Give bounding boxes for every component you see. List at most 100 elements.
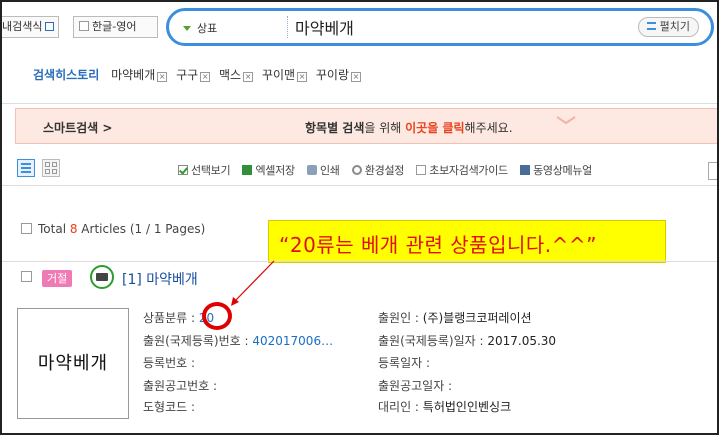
close-icon[interactable]: × bbox=[157, 72, 168, 82]
history-item-text[interactable]: 맥스 bbox=[219, 68, 241, 82]
agent-field: 대리인 : 특허법인인벤싱크 bbox=[378, 398, 511, 415]
article-checkbox[interactable] bbox=[21, 271, 32, 282]
close-icon[interactable]: × bbox=[243, 72, 254, 82]
history-item-text[interactable]: 마약베개 bbox=[111, 68, 155, 82]
divider bbox=[2, 185, 717, 186]
video-manual-button[interactable]: 동영상메뉴얼 bbox=[520, 164, 592, 177]
history-item[interactable]: 꾸이랑 × bbox=[316, 68, 361, 82]
registration-date-field: 등록일자 : bbox=[378, 354, 430, 371]
external-link-icon bbox=[45, 22, 55, 31]
history-item-text[interactable]: 꾸이맨 bbox=[262, 68, 295, 82]
total-prefix: Total bbox=[38, 222, 70, 236]
search-history: 검색히스토리 마약베개 × 구구 × 맥스 × 꾸이맨 × 꾸이랑 × bbox=[33, 66, 366, 83]
publication-number-label: 출원공고번호 : bbox=[143, 379, 218, 393]
msg-mid: 을 위해 bbox=[364, 121, 406, 135]
settings-button[interactable]: 환경설정 bbox=[351, 164, 405, 177]
checkbox-icon bbox=[178, 165, 188, 175]
dropdown-triangle-icon bbox=[183, 26, 191, 31]
application-number-link[interactable]: 402017006… bbox=[252, 334, 333, 348]
history-item-text[interactable]: 구구 bbox=[176, 68, 198, 82]
close-icon[interactable]: × bbox=[200, 72, 211, 82]
select-all-checkbox[interactable] bbox=[21, 223, 32, 234]
settings-label: 환경설정 bbox=[364, 164, 405, 177]
total-suffix: Articles (1 / 1 Pages) bbox=[77, 222, 206, 236]
lang-toggle-label: 한글-영어 bbox=[92, 20, 137, 33]
document-icon bbox=[416, 165, 427, 175]
chevron-down-icon[interactable] bbox=[556, 115, 576, 125]
history-item-text[interactable]: 꾸이랑 bbox=[316, 68, 349, 82]
annotation-callout-text: “20류는 베개 관련 상품입니다.^^” bbox=[279, 233, 598, 257]
trademark-image-text: 마약베개 bbox=[37, 353, 109, 374]
result-toolbar: 선택보기 엑셀저장 인쇄 환경설정 초보자검색가이드 동영상메뉴얼 bbox=[178, 162, 601, 178]
window-frame: 내검색식 한글-영어 상표 펼치기 검색히스토리 마약베개× 구구× 맥스× 꾸… bbox=[0, 0, 719, 435]
msg-end: 해주세요. bbox=[464, 121, 513, 135]
search-box: 상표 펼치기 bbox=[166, 8, 714, 46]
search-input[interactable] bbox=[295, 15, 625, 39]
grid-view-icon[interactable] bbox=[42, 159, 60, 177]
saved-search-label: 내검색식 bbox=[2, 20, 43, 33]
print-label: 인쇄 bbox=[319, 164, 340, 177]
design-code-label: 도형코드 : bbox=[143, 400, 196, 414]
search-history-label: 검색히스토리 bbox=[33, 68, 100, 82]
history-item[interactable]: 꾸이맨 × bbox=[262, 68, 308, 82]
application-number-label: 출원(국제등록)번호 : bbox=[143, 334, 253, 348]
video-manual-label: 동영상메뉴얼 bbox=[533, 164, 592, 177]
class-label: 상품분류 : bbox=[143, 311, 199, 325]
excel-save-label: 엑셀저장 bbox=[255, 164, 295, 177]
status-badge: 거절 bbox=[42, 270, 73, 287]
search-scope-dropdown[interactable]: 상표 bbox=[183, 20, 217, 36]
saved-search-button[interactable]: 내검색식 bbox=[2, 16, 60, 38]
korean-english-toggle[interactable]: 한글-영어 bbox=[73, 16, 158, 38]
history-item[interactable]: 구구 × bbox=[176, 68, 211, 82]
trademark-image[interactable]: 마약베개 bbox=[17, 308, 129, 419]
agent-label: 대리인 : bbox=[378, 400, 423, 414]
publication-date-label: 출원공고일자 : bbox=[378, 379, 453, 393]
gear-icon bbox=[351, 165, 362, 175]
expand-button[interactable]: 펼치기 bbox=[637, 17, 699, 37]
print-button[interactable]: 인쇄 bbox=[306, 164, 340, 177]
click-here-link[interactable]: 이곳을 클릭 bbox=[405, 121, 464, 135]
registration-number-field: 등록번호 : bbox=[143, 354, 195, 371]
video-icon bbox=[520, 165, 531, 175]
annotation-callout: “20류는 베개 관련 상품입니다.^^” bbox=[268, 220, 666, 263]
excel-save-button[interactable]: 엑셀저장 bbox=[242, 164, 295, 177]
expand-label: 펼치기 bbox=[659, 20, 690, 33]
annotation-highlight-circle bbox=[202, 302, 232, 330]
design-code-field: 도형코드 : bbox=[143, 398, 195, 415]
agent-value: 특허법인인벤싱크 bbox=[422, 400, 512, 414]
expand-icon bbox=[646, 22, 656, 30]
msg-bold: 항목별 검색 bbox=[305, 121, 365, 135]
publication-date-field: 출원공고일자 : bbox=[378, 377, 452, 394]
divider bbox=[2, 261, 717, 262]
smart-search-label[interactable]: 스마트검색 > bbox=[43, 119, 112, 136]
close-icon[interactable]: × bbox=[351, 72, 361, 82]
applicant-label: 출원인 : bbox=[378, 311, 423, 325]
smart-search-banner[interactable]: 스마트검색 > 항목별 검색을 위해 이곳을 클릭해주세요. bbox=[15, 108, 717, 144]
toolbar-overflow-control[interactable] bbox=[708, 162, 717, 180]
application-date-field: 출원(국제등록)일자 : 2017.05.30 bbox=[378, 332, 556, 349]
search-divider bbox=[287, 16, 288, 38]
applicant-value: (주)블랭크코퍼레이션 bbox=[422, 311, 532, 325]
application-date-value: 2017.05.30 bbox=[487, 334, 557, 348]
history-item[interactable]: 맥스 × bbox=[219, 68, 254, 82]
publication-number-field: 출원공고번호 : bbox=[143, 377, 217, 394]
smart-search-message: 항목별 검색을 위해 이곳을 클릭해주세요. bbox=[305, 119, 513, 136]
trademark-type-icon bbox=[90, 265, 114, 289]
beginner-guide-label: 초보자검색가이드 bbox=[429, 164, 508, 177]
result-total: Total 8 Articles (1 / 1 Pages) bbox=[21, 222, 205, 236]
application-number-field: 출원(국제등록)번호 : 402017006… bbox=[143, 332, 333, 349]
list-view-icon[interactable] bbox=[17, 159, 35, 177]
divider bbox=[2, 103, 717, 104]
search-scope-label: 상표 bbox=[197, 22, 218, 35]
registration-number-label: 등록번호 : bbox=[143, 356, 196, 370]
history-item[interactable]: 마약베개 × bbox=[111, 68, 168, 82]
printer-icon bbox=[306, 165, 317, 175]
close-icon[interactable]: × bbox=[297, 72, 308, 82]
article-title-link[interactable]: [1] 마약베개 bbox=[122, 269, 198, 289]
select-view-button[interactable]: 선택보기 bbox=[178, 164, 231, 177]
registration-date-label: 등록일자 : bbox=[378, 356, 431, 370]
select-view-label: 선택보기 bbox=[191, 164, 231, 177]
checkbox-icon[interactable] bbox=[79, 21, 89, 31]
beginner-guide-button[interactable]: 초보자검색가이드 bbox=[416, 164, 508, 177]
application-date-label: 출원(국제등록)일자 : bbox=[378, 334, 488, 348]
